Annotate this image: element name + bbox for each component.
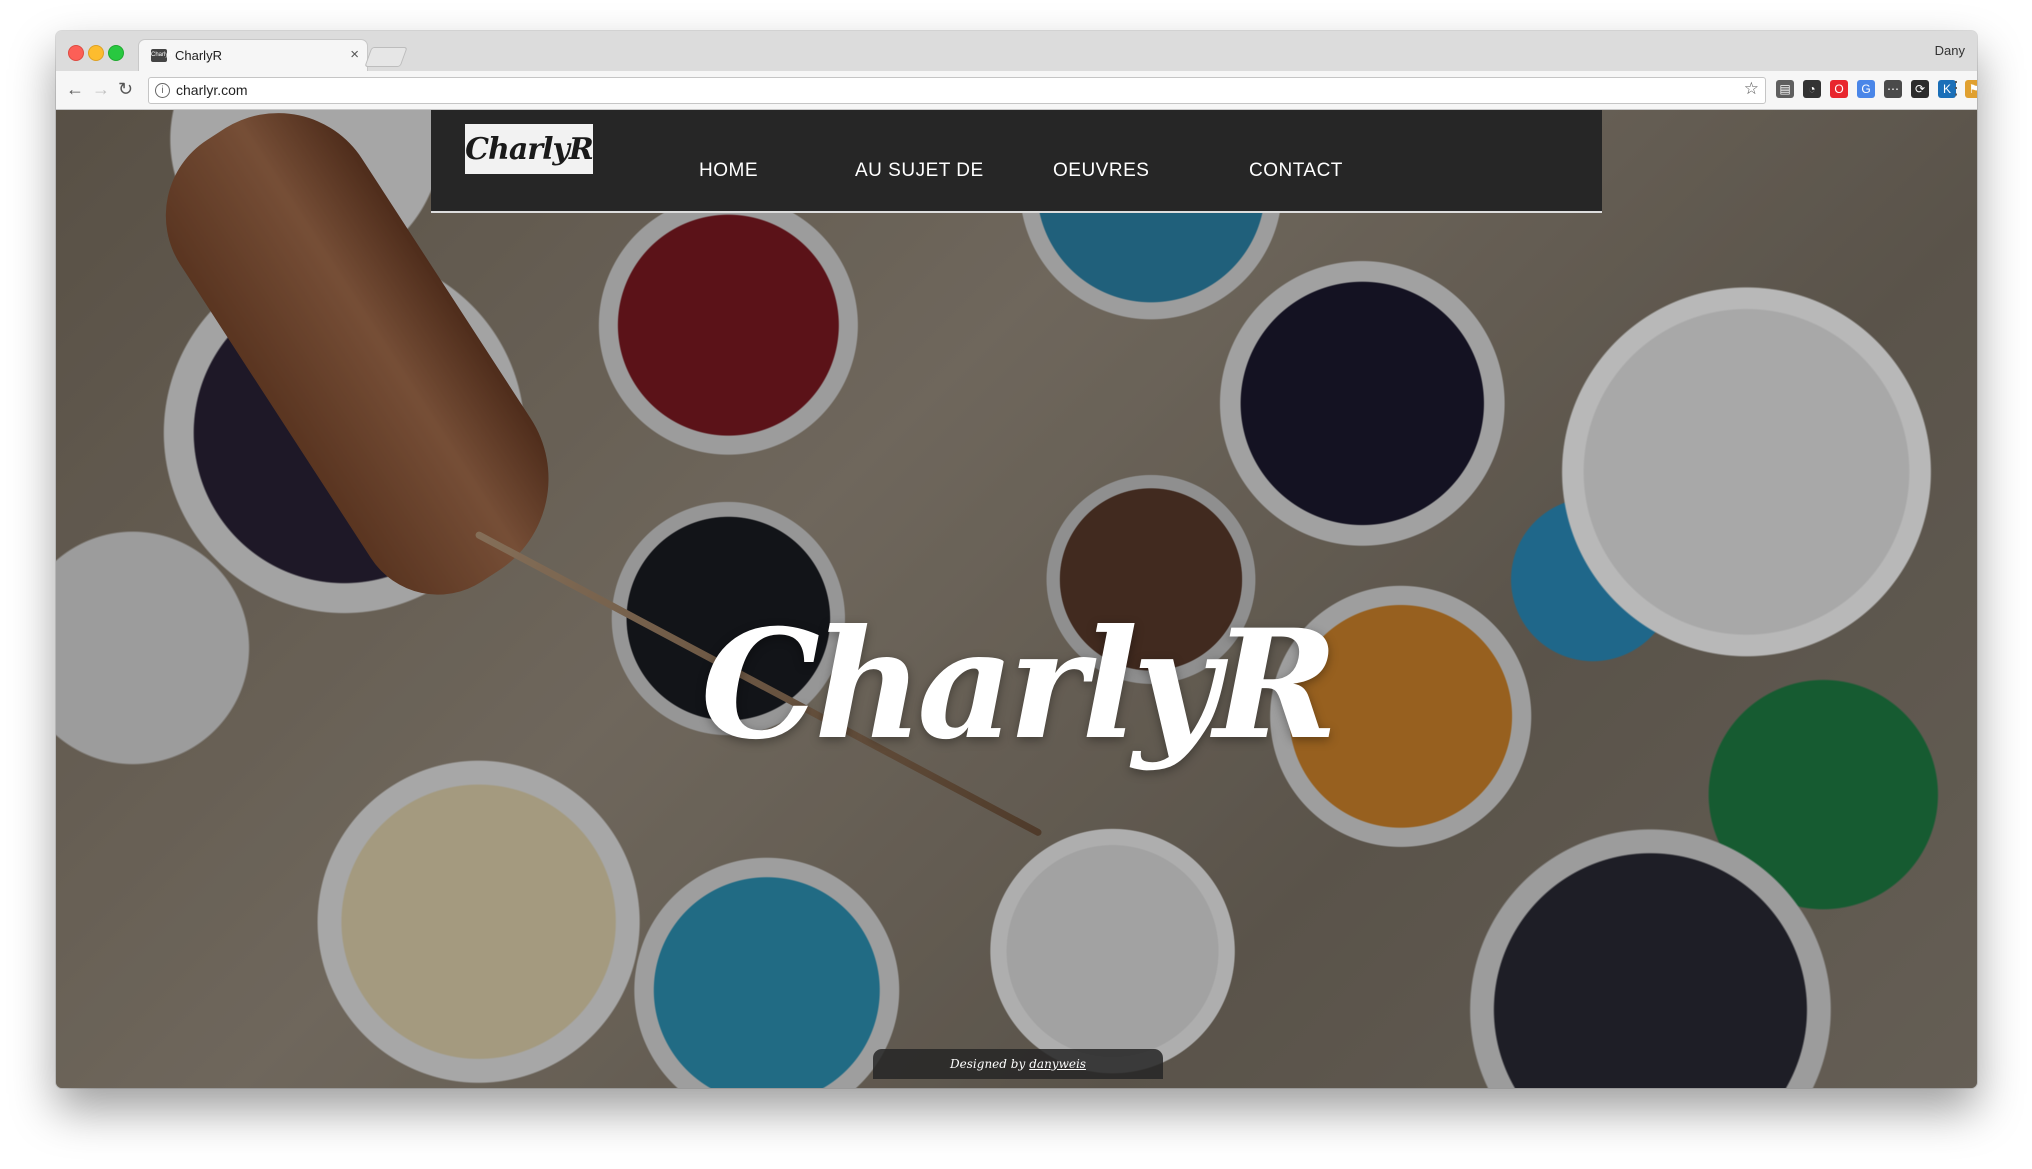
zoom-window-button[interactable] — [108, 45, 124, 61]
browser-toolbar: ← → ↻ i charlyr.com ☆ ▤◔OG⋯⟳K⚑✱▦ƒ? ⋮ — [56, 71, 1977, 110]
ellipsis-extension-icon[interactable]: ⋯ — [1884, 80, 1902, 98]
profile-name[interactable]: Dany — [1935, 43, 1965, 58]
tab-close-icon[interactable]: × — [350, 46, 359, 63]
logo-text: CharlyR — [465, 131, 594, 167]
opera-extension-icon[interactable]: O — [1830, 80, 1848, 98]
translate-extension-icon[interactable]: G — [1857, 80, 1875, 98]
sync-extension-icon[interactable]: ⟳ — [1911, 80, 1929, 98]
hero-title: CharlyR — [700, 597, 1338, 773]
nav-contact-link[interactable]: CONTACT — [1249, 160, 1343, 182]
bookmark-star-icon[interactable]: ☆ — [1744, 79, 1759, 99]
site-header: CharlyR HOME AU SUJET DE OEUVRES CONTACT — [431, 110, 1602, 213]
favicon-icon: CharlyR — [151, 49, 173, 62]
page-viewport: CharlyR HOME AU SUJET DE OEUVRES CONTACT… — [56, 110, 1977, 1088]
tab-title: CharlyR — [175, 48, 222, 63]
nav-home-link[interactable]: HOME — [699, 160, 758, 182]
minimize-window-button[interactable] — [88, 45, 104, 61]
info-icon[interactable]: i — [155, 83, 170, 98]
browser-window: CharlyR CharlyR × Dany ← → ↻ i charlyr.c… — [56, 31, 1977, 1088]
designer-link[interactable]: danyweis — [1029, 1057, 1086, 1071]
url-text[interactable]: charlyr.com — [176, 82, 248, 98]
site-logo[interactable]: CharlyR — [465, 124, 594, 174]
nav-works-link[interactable]: OEUVRES — [1053, 160, 1149, 182]
tab-charlyr[interactable]: CharlyR CharlyR × — [138, 39, 368, 72]
browser-menu-icon[interactable]: ⋮ — [1947, 78, 1965, 99]
footer-credit: Designed by danyweis — [873, 1049, 1163, 1079]
new-tab-button[interactable] — [364, 47, 408, 67]
lock-extension-icon[interactable]: ▤ — [1776, 80, 1794, 98]
forward-arrow-icon[interactable]: → — [92, 79, 110, 99]
tab-strip: CharlyR CharlyR × Dany — [56, 31, 1977, 72]
reload-icon[interactable]: ↻ — [118, 79, 133, 99]
address-bar[interactable]: i charlyr.com ☆ — [148, 77, 1766, 104]
nav-about-link[interactable]: AU SUJET DE — [855, 160, 984, 182]
footer-prefix: Designed by — [950, 1057, 1026, 1071]
gauge-extension-icon[interactable]: ◔ — [1803, 80, 1821, 98]
close-window-button[interactable] — [68, 45, 84, 61]
back-arrow-icon[interactable]: ← — [66, 79, 84, 99]
flag-extension-icon[interactable]: ⚑ — [1965, 80, 1977, 98]
